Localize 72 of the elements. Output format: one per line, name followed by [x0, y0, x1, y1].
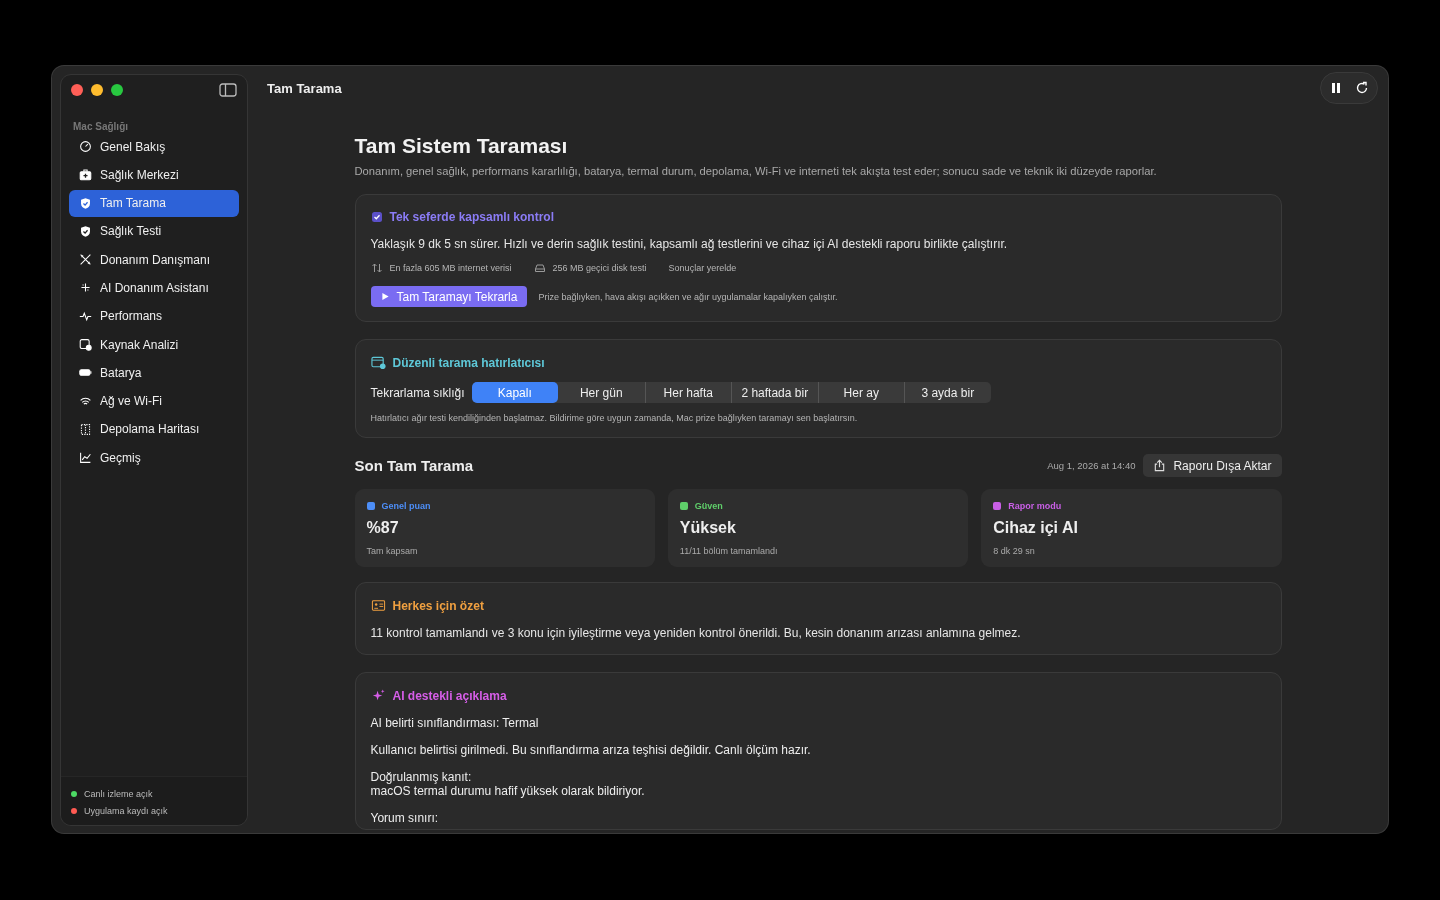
metric-caption: Tam kapsam [366, 546, 419, 556]
card-description: Yaklaşık 9 dk 5 sn sürer. Hızlı ve derin sağlık testini, kapsamlı ağ testlerini ve cihaz içi AI destekli raporu birlikte çalıştırır. [370, 237, 1009, 251]
section-heading: Mac Sağlığı [73, 121, 129, 132]
shield-icon [79, 196, 92, 210]
section-title: Son Tam Tarama [354, 457, 474, 474]
reminder-note: Hatırlatıcı ağır testi kendiliğinden başlatmaz. Bildirime göre uygun zamanda, Mac prize bağlıyken taramayı sen başlatırsın. [370, 413, 859, 423]
zoom-button[interactable] [111, 84, 123, 96]
metric-caption: 11/11 bölüm tamamlandı [679, 546, 779, 556]
sidebar-item[interactable]: Performans [69, 302, 239, 330]
metric-value: Cihaz içi AI [993, 519, 1079, 537]
arrows-icon [370, 262, 383, 274]
card-title: Herkes için özet [392, 598, 484, 613]
metric-label: Güven [694, 501, 723, 511]
fact-text: En fazla 605 MB internet verisi [389, 263, 512, 273]
sidebar-item[interactable]: Geçmiş [69, 444, 239, 472]
sidebar-toggle-icon[interactable] [219, 83, 237, 97]
sidebar-item[interactable]: Depolama Haritası [69, 415, 239, 443]
segment-option[interactable]: 3 ayda bir [904, 382, 991, 403]
summary-text: 11 kontrol tamamlandı ve 3 konu için iyileştirme veya yeniden kontrol önerildi. Bu, kesin donanım arızası anlamına gelmez. [370, 626, 1022, 640]
explanation-text: macOS termal durumu hafif yüksek olarak bildiriyor. [370, 784, 646, 798]
id-card-icon [370, 598, 386, 613]
metric-value: Yüksek [679, 519, 737, 537]
metric-label: Rapor modu [1008, 501, 1062, 511]
field-label: Tekrarlama sıklığı [370, 385, 465, 400]
sidebar-item[interactable]: Sağlık Testi [69, 217, 239, 245]
sidebar-item[interactable]: Tam Tarama [69, 189, 239, 217]
card-title: AI destekli açıklama [392, 688, 507, 703]
sidebar-item[interactable]: Ağ ve Wi-Fi [69, 387, 239, 415]
button-note: Prize bağlıyken, hava akışı açıkken ve ağır uygulamalar kapalıyken çalıştır. [538, 291, 838, 302]
segment-option[interactable]: Kapalı [471, 382, 559, 403]
card-title: Tek seferde kapsamlı kontrol [389, 210, 554, 224]
explanation-text: Doğrulanmış kanıt: [370, 770, 473, 784]
calendar-icon [370, 355, 386, 370]
medkit-icon [79, 168, 92, 182]
explanation-text: Yorum sınırı: [370, 811, 440, 825]
segment-option[interactable]: Her ay [817, 382, 905, 403]
rescan-button[interactable]: Tam Taramayı Tekrarla [370, 286, 528, 307]
metric-label: Genel puan [381, 501, 431, 511]
chart-icon [79, 451, 92, 465]
fact-text: Sonuçlar yerelde [668, 263, 737, 273]
metric-caption: 8 dk 29 sn [993, 546, 1036, 556]
segment-option[interactable]: Her hafta [644, 382, 732, 403]
sidebar-item[interactable]: Donanım Danışmanı [69, 246, 239, 274]
shield-icon [79, 224, 92, 238]
page-subtitle: Donanım, genel sağlık, performans kararlılığı, batarya, termal durum, depolama, Wi-Fi ve interneti tek akışta test eder; sonucu sade ve teknik iki düzeyde raporlar. [354, 165, 1158, 177]
window-title: Tam Tarama [267, 80, 342, 96]
segment-option[interactable]: 2 haftada bir [731, 382, 818, 403]
explanation-text: AI belirti sınıflandırması: Termal [370, 716, 540, 730]
checkbox-icon [370, 211, 383, 223]
scan-date: Aug 1, 2026 at 14:40 [1047, 460, 1136, 471]
segment-option[interactable]: Her gün [558, 382, 645, 403]
play-icon [380, 292, 390, 301]
sidebar-item[interactable]: AI Donanım Asistanı [69, 274, 239, 302]
resource-icon [79, 338, 92, 352]
minimize-button[interactable] [91, 84, 103, 96]
fact-text: 256 MB geçici disk testi [552, 263, 647, 273]
status-text: Uygulama kaydı açık [84, 805, 168, 816]
status-text: Canlı izleme açık [84, 788, 153, 799]
export-button[interactable]: Raporu Dışa Aktar [1143, 454, 1282, 477]
gauge-icon [79, 140, 92, 153]
sidebar-item[interactable]: Batarya [69, 359, 239, 387]
close-button[interactable] [71, 84, 83, 96]
refresh-icon[interactable] [1354, 80, 1370, 96]
share-icon [1153, 459, 1167, 472]
pulse-icon [79, 309, 92, 323]
card-title: Düzenli tarama hatırlatıcısı [392, 355, 545, 370]
sidebar-item[interactable]: Kaynak Analizi [69, 331, 239, 359]
page-title: Tam Sistem Taraması [354, 134, 569, 158]
explanation-text: Kullanıcı belirtisi girilmedi. Bu sınıflandırma arıza teşhisi değildir. Canlı ölçüm hazır. [370, 743, 812, 757]
sidebar-item[interactable]: Sağlık Merkezi [69, 161, 239, 189]
sidebar-item[interactable]: Genel Bakış [69, 133, 239, 160]
metric-value: %87 [366, 519, 400, 537]
